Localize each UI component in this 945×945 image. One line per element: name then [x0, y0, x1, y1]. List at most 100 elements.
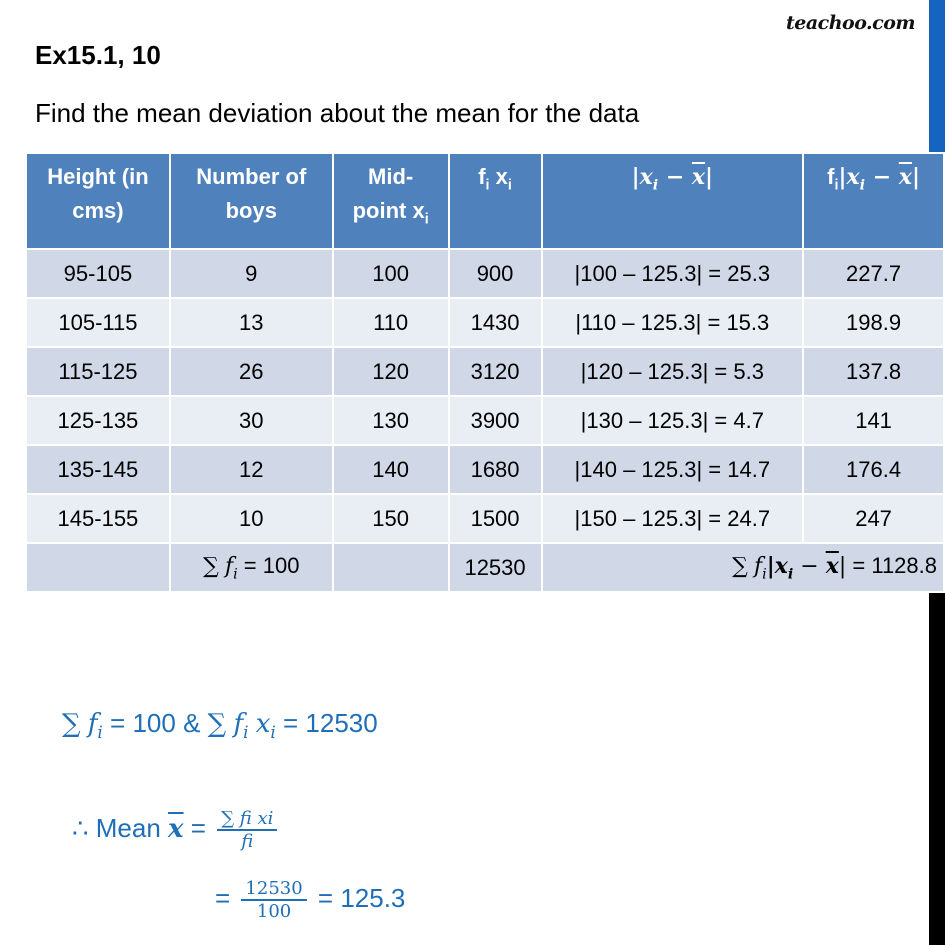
header-fabsdev-xbar: x [898, 164, 912, 190]
mean-eq: = [183, 812, 214, 843]
cell-fx: 900 [447, 248, 543, 299]
solution-mean-result: = 12530 100 = 125.3 [215, 878, 405, 922]
header-midpoint-b: point x [352, 198, 425, 224]
totals-fabs-f: f [754, 553, 763, 579]
cell-fx: 1500 [447, 493, 543, 544]
cell-mid: 140 [331, 444, 450, 495]
result-fraction: 12530 100 [241, 878, 307, 922]
cell-fabsdev: 137.8 [802, 346, 945, 397]
therefore-icon: ∴ [72, 813, 89, 844]
solution-sums: ∑ fi = 100 & ∑ fi xi = 12530 [62, 708, 378, 742]
totals-sum-fabsdev-value: = 1128.8 [846, 552, 937, 578]
header-fabsdev-close: | [911, 164, 920, 190]
header-fx: fi xi [447, 152, 543, 250]
header-boys: Number of boys [168, 152, 334, 250]
totals-f: f [224, 553, 234, 579]
header-absdev-close: | [705, 164, 714, 190]
header-fabsdev-f: f [827, 164, 835, 189]
brand-logo: teachoo.com [785, 12, 916, 34]
solution-mean-formula: ∴ Mean x = ∑ fi xi fi [72, 808, 281, 852]
header-fx-sub-x: i [507, 177, 512, 194]
sum-icon: ∑ [732, 553, 748, 579]
cell-height: 135-145 [25, 444, 171, 495]
cell-fx: 1430 [447, 297, 543, 348]
cell-height: 95-105 [25, 248, 171, 299]
result-denominator: 100 [256, 901, 292, 922]
cell-fx: 3120 [447, 346, 543, 397]
cell-absdev: |100 – 125.3| = 25.3 [540, 248, 805, 299]
table-row: 115-125 26 120 3120 |120 – 125.3| = 5.3 137.8 [25, 346, 945, 397]
cell-boys: 30 [168, 395, 334, 446]
totals-row: ∑ fi = 100 12530 ∑ fi|xi − x| = 1128.8 [25, 542, 945, 593]
header-midpoint: Mid- point xi [331, 152, 450, 250]
cell-height: 105-115 [25, 297, 171, 348]
header-midpoint-sub: i [424, 211, 429, 228]
totals-sum-fx: 12530 [447, 542, 543, 593]
mean-fraction: ∑ fi xi fi [217, 808, 278, 852]
totals-empty-1 [25, 542, 171, 593]
cell-absdev: |110 – 125.3| = 15.3 [540, 297, 805, 348]
cell-fx: 1680 [447, 444, 543, 495]
exercise-title: Ex15.1, 10 [35, 40, 161, 70]
table-row: 135-145 12 140 1680 |140 – 125.3| = 14.7 176.… [25, 444, 945, 495]
table-row: 105-115 13 110 1430 |110 – 125.3| = 15.3 198.… [25, 297, 945, 348]
totals-empty-2 [331, 542, 450, 593]
header-fabsdev-minus: − [865, 164, 899, 190]
totals-fabs-x: |x [766, 552, 788, 579]
line1-sum-f-value: = 100 & [102, 708, 208, 738]
header-absdev-xbar: x [691, 164, 706, 190]
cell-mid: 120 [331, 346, 450, 397]
scrollbar-thumb[interactable] [929, 0, 945, 176]
cell-fabsdev: 227.7 [802, 248, 945, 299]
cell-absdev: |130 – 125.3| = 4.7 [540, 395, 805, 446]
cell-height: 145-155 [25, 493, 171, 544]
cell-boys: 9 [168, 248, 334, 299]
mean-fraction-numerator: ∑ fi xi [217, 808, 278, 831]
header-absdev-minus: − [658, 164, 692, 190]
result-numerator: 12530 [241, 878, 307, 901]
cell-fabsdev: 247 [802, 493, 945, 544]
totals-sum-fabsdev: ∑ fi|xi − x| = 1128.8 [540, 542, 945, 593]
cell-height: 125-135 [25, 395, 171, 446]
cell-boys: 10 [168, 493, 334, 544]
cell-mid: 150 [331, 493, 450, 544]
table-row: 145-155 10 150 1500 |150 – 125.3| = 24.7 247 [25, 493, 945, 544]
result-value: = 125.3 [310, 882, 406, 913]
cell-boys: 13 [168, 297, 334, 348]
header-fx-f: f [478, 164, 486, 189]
cell-fx: 3900 [447, 395, 543, 446]
table-header-row: Height (in cms) Number of boys Mid- poin… [25, 152, 945, 250]
cell-absdev: |120 – 125.3| = 5.3 [540, 346, 805, 397]
header-height: Height (in cms) [25, 152, 171, 250]
line1-f: f [87, 709, 98, 739]
cell-mid: 110 [331, 297, 450, 348]
header-absdev: |xi − x| [540, 152, 805, 250]
mean-fraction-denominator: fi [241, 831, 254, 852]
totals-sum-f-value: = 100 [237, 552, 300, 578]
header-absdev-x: |x [631, 164, 653, 190]
cell-absdev: |150 – 125.3| = 24.7 [540, 493, 805, 544]
line1-f2-sub: i [243, 722, 249, 743]
totals-fabs-xbar: x [825, 552, 839, 579]
sum-icon: ∑ [203, 553, 219, 579]
cell-absdev: |140 – 125.3| = 14.7 [540, 444, 805, 495]
totals-fabs-minus: − [793, 553, 826, 579]
result-eq: = [215, 882, 238, 913]
header-fabsdev: fi|xi − x| [802, 152, 945, 250]
line1-sum-fx-value: = 12530 [275, 708, 378, 738]
cell-boys: 12 [168, 444, 334, 495]
cell-boys: 26 [168, 346, 334, 397]
cell-fabsdev: 198.9 [802, 297, 945, 348]
data-table: Height (in cms) Number of boys Mid- poin… [25, 152, 945, 593]
cell-mid: 130 [331, 395, 450, 446]
table-row: 125-135 30 130 3900 |130 – 125.3| = 4.7 141 [25, 395, 945, 446]
line1-x: x [255, 709, 271, 739]
cell-fabsdev: 176.4 [802, 444, 945, 495]
sum-icon: ∑ [207, 709, 227, 739]
mean-xbar: x [168, 813, 184, 844]
mean-label: Mean [88, 812, 169, 843]
table-row: 95-105 9 100 900 |100 – 125.3| = 25.3 227.7 [25, 248, 945, 299]
cell-fabsdev: 141 [802, 395, 945, 446]
header-fx-x: x [489, 164, 508, 189]
cell-mid: 100 [331, 248, 450, 299]
